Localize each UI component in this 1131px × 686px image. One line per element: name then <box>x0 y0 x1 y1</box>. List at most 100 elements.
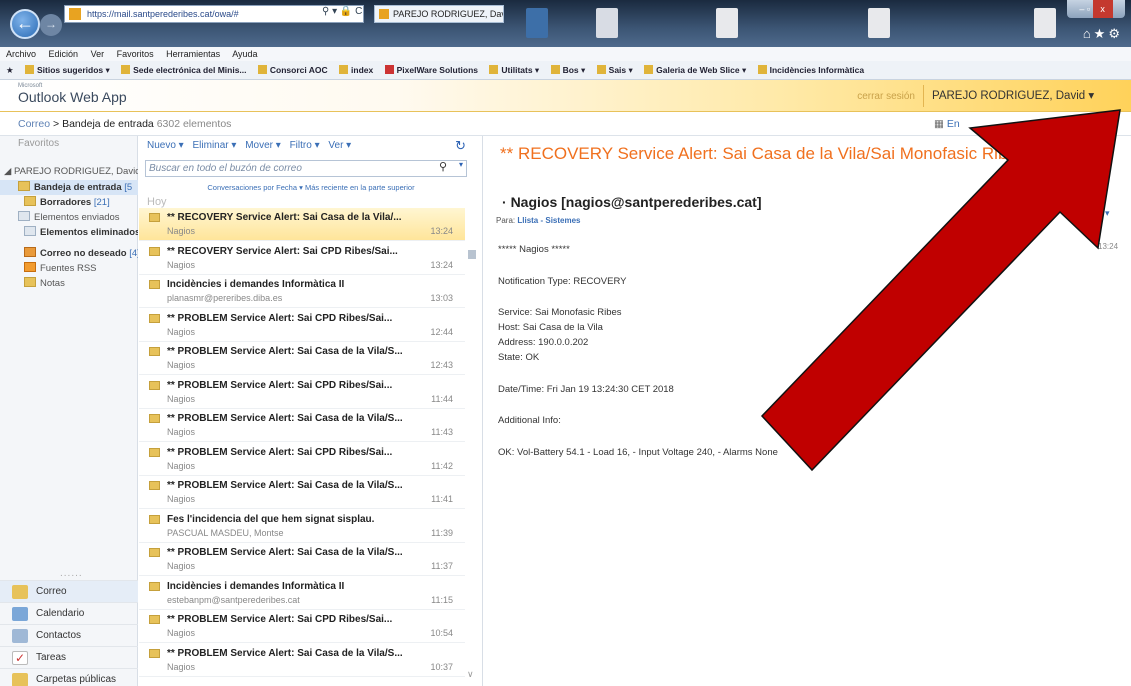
taskbar-icon <box>716 8 738 38</box>
sort-options[interactable]: Conversaciones por Fecha ▾ Más reciente … <box>139 183 483 192</box>
signout-link[interactable]: cerrar sesión <box>857 91 915 102</box>
item-count: 6302 elementos <box>156 118 232 130</box>
favorites-label: Favoritos <box>18 138 60 149</box>
scroll-down-icon[interactable]: ∨ <box>467 669 474 680</box>
module-calendar[interactable]: Calendario <box>0 602 138 624</box>
back-button[interactable]: ← <box>10 9 40 39</box>
module-contacts[interactable]: Contactos <box>0 624 138 646</box>
message-row-sender: Nagios <box>167 226 196 236</box>
folder-deleted[interactable]: Elementos eliminados <box>0 225 138 240</box>
message-row-subject: Incidències i demandes Informàtica II <box>167 580 345 592</box>
folder-inbox[interactable]: Bandeja de entrada [5 <box>0 180 138 195</box>
message-row-sender: Nagios <box>167 259 196 270</box>
module-public-folders[interactable]: Carpetas públicas <box>0 668 138 686</box>
browser-tab[interactable]: PAREJO RODRIGUEZ, David ... <box>374 5 504 23</box>
breadcrumb-root[interactable]: Correo <box>18 118 50 130</box>
message-row[interactable]: ** RECOVERY Service Alert: Sai Casa de l… <box>139 208 465 241</box>
message-row[interactable]: ** PROBLEM Service Alert: Sai Casa de la… <box>139 543 465 576</box>
module-tasks[interactable]: ✓ Tareas <box>0 646 138 668</box>
folder-icon <box>18 181 30 191</box>
list-toolbar: Nuevo ▾ Eliminar ▾ Mover ▾ Filtro ▾ Ver … <box>147 140 357 151</box>
message-sender[interactable]: · Nagios [nagios@santperederibes.cat] <box>502 194 762 210</box>
sent-icon <box>18 211 30 221</box>
message-row[interactable]: ** PROBLEM Service Alert: Sai Casa de la… <box>139 476 465 509</box>
menu-ver[interactable]: Ver <box>91 49 105 59</box>
taskbar-icon <box>1034 8 1056 38</box>
message-row-subject: ** PROBLEM Service Alert: Sai Casa de la… <box>167 413 403 424</box>
address-tools-icon[interactable]: ⚲ ▾ 🔒 C <box>322 6 362 17</box>
menu-herramientas[interactable]: Herramientas <box>166 49 220 59</box>
favorite-item[interactable]: Utilitats ▾ <box>489 65 539 75</box>
notes-icon <box>24 277 36 287</box>
favorite-item[interactable]: Bos ▾ <box>550 65 585 75</box>
filter-button[interactable]: Filtro ▾ <box>290 140 320 151</box>
new-button[interactable]: Nuevo ▾ <box>147 140 184 151</box>
message-row[interactable]: ** PROBLEM Service Alert: Sai Casa de la… <box>139 342 465 375</box>
message-row[interactable]: ** PROBLEM Service Alert: Sai CPD Ribes/… <box>139 375 465 409</box>
folder-junk[interactable]: Correo no deseado [4] <box>0 246 138 261</box>
favorite-item[interactable]: PixelWare Solutions <box>384 65 478 75</box>
favorite-item[interactable]: Consorci AOC <box>257 65 328 75</box>
envelope-icon <box>149 581 160 591</box>
favorite-item[interactable]: Incidències Informàtica <box>757 65 864 75</box>
find-contact-link[interactable]: ▦ En <box>934 112 960 136</box>
pane-resize-handle[interactable]: ...... <box>60 568 83 579</box>
message-row[interactable]: ** RECOVERY Service Alert: Sai CPD Ribes… <box>139 241 465 275</box>
delete-button[interactable]: Eliminar ▾ <box>193 140 237 151</box>
message-row-time: 11:15 <box>431 594 453 605</box>
window-controls[interactable]: – ▫ x <box>1067 0 1125 18</box>
taskbar-icon <box>868 8 890 38</box>
favorite-item[interactable]: Galeria de Web Slice ▾ <box>644 65 746 75</box>
folder-rss[interactable]: Fuentes RSS <box>0 261 138 276</box>
scrollbar-thumb[interactable] <box>468 250 476 259</box>
favorite-item[interactable]: index <box>339 65 373 75</box>
close-icon[interactable]: x <box>1092 0 1113 18</box>
menu-archivo[interactable]: Archivo <box>6 49 36 59</box>
view-button[interactable]: Ver ▾ <box>328 140 351 151</box>
envelope-icon <box>149 615 160 624</box>
refresh-icon[interactable]: ↻ <box>455 138 466 154</box>
message-row[interactable]: ** PROBLEM Service Alert: Sai Casa de la… <box>139 409 465 442</box>
message-row[interactable]: Incidències i demandes Informàtica II est… <box>139 576 465 610</box>
user-menu[interactable]: PAREJO RODRIGUEZ, David ▾ <box>923 85 1123 107</box>
message-row[interactable]: ** PROBLEM Service Alert: Sai CPD Ribes/… <box>139 442 465 476</box>
folder-sent[interactable]: Elementos enviados <box>0 210 138 225</box>
forward-button[interactable]: → <box>40 14 62 36</box>
message-row[interactable]: ** PROBLEM Service Alert: Sai CPD Ribes/… <box>139 308 465 342</box>
favorite-item[interactable]: Sede electrónica del Minis... <box>121 65 247 75</box>
menu-favoritos[interactable]: Favoritos <box>117 49 154 59</box>
owa-header: Microsoft Outlook Web App cerrar sesión … <box>0 80 1131 112</box>
message-row-time: 12:44 <box>430 326 453 337</box>
favorite-item[interactable]: Sitios sugeridos ▾ <box>25 65 110 75</box>
address-bar[interactable]: https://mail.santperederibes.cat/owa/# <box>64 5 364 23</box>
grid-icon: ▦ <box>934 118 944 130</box>
search-icon[interactable]: ⚲ <box>439 160 453 173</box>
favorites-star-icon[interactable]: ★ <box>6 65 14 75</box>
recipient-link[interactable]: Llista - Sistemes <box>517 216 580 225</box>
calendar-icon <box>12 607 28 621</box>
message-row-sender: Nagios <box>167 561 196 571</box>
home-star-gear-icons[interactable]: ⌂★⚙ <box>1083 26 1123 42</box>
list-scrollbar[interactable]: ∨ <box>465 249 479 686</box>
account-root[interactable]: ◢ PAREJO RODRIGUEZ, Davic <box>0 164 138 179</box>
folder-drafts[interactable]: Borradores [21] <box>0 195 138 210</box>
message-row[interactable]: Fes l'incidencia del que hem signat sisp… <box>139 509 465 543</box>
module-mail[interactable]: Correo <box>0 580 138 602</box>
menu-ayuda[interactable]: Ayuda <box>232 49 257 59</box>
message-row-time: 11:44 <box>431 393 453 404</box>
message-actions[interactable]: nes ▾ <box>1088 208 1110 219</box>
search-input[interactable]: Buscar en todo el buzón de correo <box>145 160 467 177</box>
menu-edicion[interactable]: Edición <box>49 49 79 59</box>
favorites-bar: ★ Sitios sugeridos ▾ Sede electrónica de… <box>0 61 1131 80</box>
message-row[interactable]: Incidències i demandes Informàtica II pla… <box>139 275 465 308</box>
message-row[interactable]: ** PROBLEM Service Alert: Sai Casa de la… <box>139 643 465 677</box>
message-row[interactable]: ** PROBLEM Service Alert: Sai CPD Ribes/… <box>139 610 465 643</box>
screen: ← → https://mail.santperederibes.cat/owa… <box>0 0 1131 686</box>
envelope-icon <box>149 313 160 323</box>
folder-notes[interactable]: Notas <box>0 276 138 291</box>
message-row-subject: Incidències i demandes Informàtica II <box>167 279 345 290</box>
move-button[interactable]: Mover ▾ <box>245 140 281 151</box>
envelope-icon <box>149 414 160 423</box>
favorite-item[interactable]: Sais ▾ <box>596 65 633 75</box>
search-options-icon[interactable]: ▾ <box>459 160 463 169</box>
